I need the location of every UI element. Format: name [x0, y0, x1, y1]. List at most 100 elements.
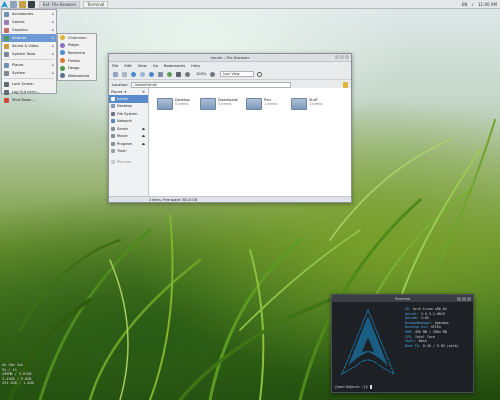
eject-icon[interactable]: ⏏: [142, 127, 145, 131]
folder-text: Pics 1 items: [264, 98, 277, 106]
folder-item-desktop[interactable]: Desktop 0 items: [157, 98, 197, 114]
close-icon[interactable]: [467, 296, 471, 301]
menu-item-places[interactable]: Places ▸: [2, 61, 56, 69]
folder-item-stuff[interactable]: Stuff 3 items: [291, 98, 331, 114]
keyboard-layout[interactable]: EN: [462, 2, 468, 7]
menu-bookmarks[interactable]: Bookmarks: [164, 63, 185, 68]
eject-icon[interactable]: ⏏: [142, 142, 145, 146]
menu-item-sound-video[interactable]: Sound & Video ▸: [2, 42, 56, 50]
zoom-out-icon: [185, 71, 190, 77]
submenu-item-webcamoid[interactable]: Webcamoid: [58, 72, 96, 80]
sidebar-item-trash[interactable]: Trash: [109, 148, 148, 156]
network-icon: [111, 119, 115, 124]
menu-item-accessories[interactable]: Accessories ▸: [2, 10, 56, 18]
toolbar: 100% Icon View: [109, 69, 351, 80]
terminal-prompt[interactable]: [henrik@arch ~]$: [335, 385, 372, 389]
submenu-item-hexchat[interactable]: Hexgp: [58, 64, 96, 72]
menu-item-games[interactable]: Games ▸: [2, 18, 56, 26]
places-header[interactable]: Places ▾ ✕: [109, 88, 148, 95]
menu-go[interactable]: Go: [153, 63, 158, 68]
sidebar-item-network[interactable]: Network: [109, 118, 148, 126]
info-value: 8.4G / 9.0G (ext4): [422, 343, 459, 348]
eject-icon[interactable]: ⏏: [142, 134, 145, 138]
info-value: 3.5.3-1-ARCH: [420, 311, 445, 316]
arch-menu-button[interactable]: [0, 0, 9, 9]
sidebar-item-program[interactable]: Program ⏏: [109, 140, 148, 148]
search-icon: [257, 71, 263, 77]
new-tab-button[interactable]: [121, 71, 128, 78]
maximize-icon[interactable]: [462, 296, 466, 301]
home-button[interactable]: [157, 71, 164, 78]
maximize-icon[interactable]: [340, 55, 344, 59]
clock[interactable]: 11:00 AM: [478, 2, 497, 7]
places-icon: [4, 62, 9, 68]
menu-view[interactable]: View: [138, 63, 147, 68]
info-key: CPU:: [405, 334, 413, 339]
location-label: Location:: [112, 82, 129, 87]
location-input[interactable]: /home/henrik: [131, 81, 292, 88]
menu-item-shut-down[interactable]: Shut Down...: [2, 96, 56, 104]
menu-item-lock-screen[interactable]: Lock Screen: [2, 80, 56, 88]
submenu-item-pidgin[interactable]: Pidgin: [58, 42, 96, 50]
drive-icon: [111, 134, 115, 139]
view-mode-select[interactable]: Icon View: [220, 71, 255, 77]
show-desktop-icon[interactable]: [10, 0, 17, 8]
volume-icon[interactable]: ♪: [471, 2, 474, 7]
zoom-in-icon: [210, 71, 216, 77]
search-button[interactable]: [256, 71, 263, 78]
window-titlebar[interactable]: henrik - File Browser: [109, 54, 351, 62]
menu-help[interactable]: Help: [191, 63, 200, 68]
terminal-launcher-icon[interactable]: [28, 0, 35, 8]
minimize-icon[interactable]: [457, 296, 461, 301]
submenu-item-chromium[interactable]: Chromium: [58, 34, 96, 42]
pictures-icon: [111, 159, 115, 164]
games-icon: [4, 19, 9, 25]
forward-arrow-icon: [140, 71, 145, 77]
submenu-item-firefox[interactable]: Firefox: [58, 57, 96, 65]
folder-item-downloads[interactable]: Downloads 3 items: [200, 98, 240, 114]
sidebar-item-movie[interactable]: Movie ⏏: [109, 133, 148, 141]
minimize-icon[interactable]: [335, 55, 339, 59]
menu-file[interactable]: File: [112, 63, 118, 68]
folder-count: 3 items: [309, 102, 323, 106]
sidebar-item-file-system[interactable]: File System: [109, 110, 148, 118]
taskbar-item-file-browser[interactable]: Ext: File Browser: [39, 0, 81, 8]
close-sidebar-icon[interactable]: ✕: [142, 90, 145, 94]
window-titlebar[interactable]: Terminal: [332, 295, 473, 302]
terminal-window: Terminal OS: Arch Linux x86_64 Kernel: 3…: [331, 294, 474, 393]
forward-button[interactable]: [139, 71, 146, 78]
menu-item-label: Sound & Video: [12, 44, 39, 48]
menu-item-label: Chromium: [68, 35, 87, 40]
sidebar-item-henrik[interactable]: henrik: [109, 95, 148, 103]
folder-item-pics[interactable]: Pics 1 items: [246, 98, 286, 114]
menu-item-system-tools[interactable]: System Tools ▸: [2, 50, 56, 58]
sidebar-item-desktop[interactable]: Desktop: [109, 103, 148, 111]
menu-item-internet[interactable]: Internet ▸: [2, 34, 56, 42]
up-button[interactable]: [148, 71, 155, 78]
sidebar-item-serein[interactable]: Serein ⏏: [109, 125, 148, 133]
folder-icon: [157, 98, 173, 110]
back-button[interactable]: [130, 71, 137, 78]
chevron-right-icon: ▸: [52, 28, 54, 32]
drive-icon: [111, 126, 115, 131]
reload-button[interactable]: [166, 71, 173, 78]
clear-location-icon[interactable]: [343, 81, 348, 88]
file-manager-launcher-icon[interactable]: [19, 0, 26, 8]
chevron-right-icon: ▸: [52, 20, 54, 24]
conky-line: 291.3GB / 1.5GB: [2, 381, 34, 386]
folder-icon: [246, 98, 262, 110]
zoom-out-button[interactable]: [184, 71, 191, 78]
zoom-in-button[interactable]: [209, 71, 216, 78]
menu-item-system[interactable]: System ▸: [2, 69, 56, 77]
menu-item-log-out[interactable]: Log Out henri...: [2, 88, 56, 96]
submenu-item-remmina[interactable]: Remmina: [58, 49, 96, 57]
sidebar-item-pictures[interactable]: Pictures: [109, 158, 148, 166]
menu-item-graphics[interactable]: Graphics ▸: [2, 26, 56, 34]
taskbar-item-terminal[interactable]: Terminal: [83, 0, 109, 8]
menu-edit[interactable]: Edit: [124, 63, 131, 68]
computer-button[interactable]: [175, 71, 182, 78]
info-value: Openbox: [434, 320, 449, 325]
sidebar-item-label: Program: [117, 141, 133, 146]
new-folder-button[interactable]: [112, 71, 119, 78]
close-icon[interactable]: [345, 55, 349, 59]
